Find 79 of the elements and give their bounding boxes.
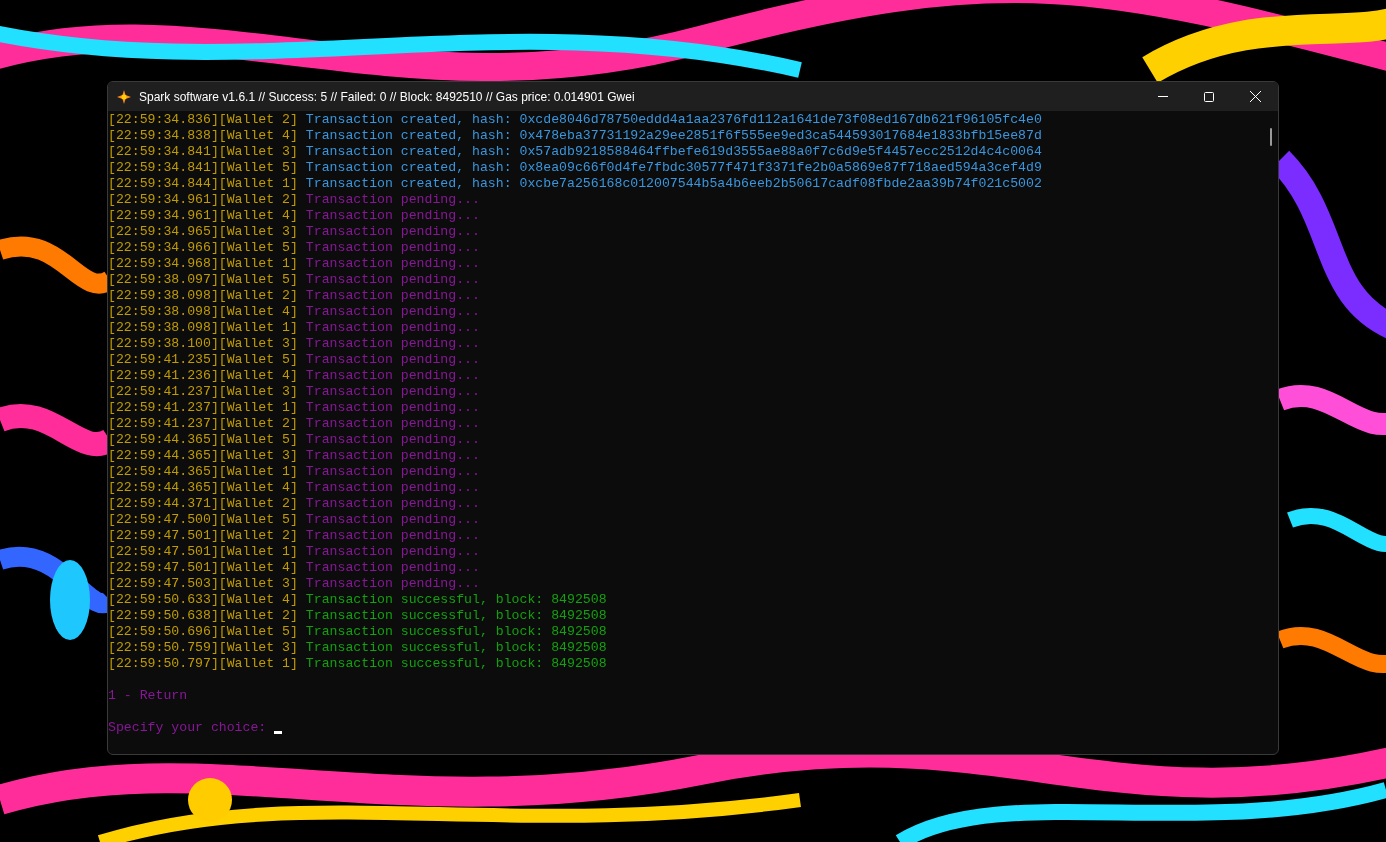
- log-message: Transaction successful, block: 8492508: [305, 656, 607, 672]
- log-prefix: [22:59:41.235][Wallet 5]: [108, 352, 298, 368]
- log-prefix: [22:59:34.961][Wallet 2]: [108, 192, 298, 208]
- log-prefix: [22:59:50.638][Wallet 2]: [108, 608, 298, 624]
- log-prefix: [22:59:38.097][Wallet 5]: [108, 272, 298, 288]
- log-prefix: [22:59:47.501][Wallet 1]: [108, 544, 298, 560]
- log-prefix: [22:59:38.098][Wallet 2]: [108, 288, 298, 304]
- log-message: Transaction pending...: [305, 496, 480, 512]
- log-prefix: [22:59:50.797][Wallet 1]: [108, 656, 298, 672]
- maximize-icon: [1204, 91, 1214, 102]
- log-message: Transaction pending...: [305, 272, 480, 288]
- log-message: Transaction pending...: [305, 336, 480, 352]
- log-message: Transaction pending...: [305, 320, 480, 336]
- log-message: Transaction pending...: [305, 208, 480, 224]
- spark-icon: [117, 89, 131, 104]
- log-prefix: [22:59:34.841][Wallet 5]: [108, 160, 298, 176]
- log-prefix: [22:59:34.961][Wallet 4]: [108, 208, 298, 224]
- minimize-icon: [1158, 96, 1168, 97]
- log-prefix: [22:59:38.098][Wallet 4]: [108, 304, 298, 320]
- log-message: Transaction successful, block: 8492508: [305, 608, 607, 624]
- log-message: Transaction pending...: [305, 544, 480, 560]
- close-icon: [1249, 91, 1261, 102]
- log-message: Transaction pending...: [305, 304, 480, 320]
- log-message: Transaction pending...: [305, 432, 480, 448]
- log-prefix: [22:59:41.237][Wallet 2]: [108, 416, 298, 432]
- log-prefix: [22:59:47.501][Wallet 4]: [108, 560, 298, 576]
- log-message: Transaction pending...: [305, 400, 480, 416]
- menu-option: 1 - Return: [108, 688, 188, 703]
- scrollbar-thumb[interactable]: [1270, 128, 1272, 146]
- log-prefix: [22:59:41.237][Wallet 3]: [108, 384, 298, 400]
- log-message: Transaction created, hash: 0xcde8046d78750eddd4a1aa2376fd112a1641de73f08ed167db621f96105fc4e0: [305, 112, 1042, 128]
- log-message: Transaction pending...: [305, 512, 480, 528]
- log-prefix: [22:59:34.966][Wallet 5]: [108, 240, 298, 256]
- log-prefix: [22:59:50.759][Wallet 3]: [108, 640, 298, 656]
- log-prefix: [22:59:44.365][Wallet 4]: [108, 480, 298, 496]
- log-message: Transaction pending...: [305, 528, 480, 544]
- log-message: Transaction pending...: [305, 464, 480, 480]
- text-cursor: [274, 731, 283, 734]
- log-message: Transaction created, hash: 0x8ea09c66f0d4fe7fbdc30577f471f3371fe2b0a5869e87f718aed594a3cef4d9: [305, 160, 1042, 176]
- log-message: Transaction created, hash: 0xcbe7a256168c012007544b5a4b6eeb2b50617cadf08fbde2aa39b74f021c5002: [305, 176, 1042, 192]
- log-message: Transaction pending...: [305, 288, 480, 304]
- log-prefix: [22:59:38.098][Wallet 1]: [108, 320, 298, 336]
- log-prefix: [22:59:34.965][Wallet 3]: [108, 224, 298, 240]
- log-prefix: [22:59:41.236][Wallet 4]: [108, 368, 298, 384]
- log-prefix: [22:59:34.838][Wallet 4]: [108, 128, 298, 144]
- log-message: Transaction pending...: [305, 384, 480, 400]
- log-prefix: [22:59:34.844][Wallet 1]: [108, 176, 298, 192]
- window-title: Spark software v1.6.1 // Success: 5 // Failed: 0 // Block: 8492510 // Gas price: 0.014901 Gwei: [139, 88, 635, 106]
- log-message: Transaction pending...: [305, 576, 480, 592]
- log-prefix: [22:59:34.841][Wallet 3]: [108, 144, 298, 160]
- log-prefix: [22:59:44.365][Wallet 3]: [108, 448, 298, 464]
- log-message: Transaction pending...: [305, 240, 480, 256]
- log-prefix: [22:59:38.100][Wallet 3]: [108, 336, 298, 352]
- log-message: Transaction pending...: [305, 224, 480, 240]
- log-prefix: [22:59:47.501][Wallet 2]: [108, 528, 298, 544]
- log-message: Transaction pending...: [305, 352, 480, 368]
- log-message: Transaction created, hash: 0x57adb9218588464ffbefe619d3555ae88a0f7c6d9e5f4457ecc2512d4c4c0064: [305, 144, 1042, 160]
- log-message: Transaction pending...: [305, 416, 480, 432]
- log-prefix: [22:59:44.365][Wallet 5]: [108, 432, 298, 448]
- log-prefix: [22:59:47.500][Wallet 5]: [108, 512, 298, 528]
- log-prefix: [22:59:50.696][Wallet 5]: [108, 624, 298, 640]
- log-prefix: [22:59:34.968][Wallet 1]: [108, 256, 298, 272]
- log-prefix: [22:59:50.633][Wallet 4]: [108, 592, 298, 608]
- log-message: Transaction pending...: [305, 256, 480, 272]
- log-message: Transaction pending...: [305, 448, 480, 464]
- log-message: Transaction pending...: [305, 368, 480, 384]
- log-message: Transaction successful, block: 8492508: [305, 592, 607, 608]
- prompt-text: Specify your choice:: [108, 720, 267, 736]
- log-prefix: [22:59:47.503][Wallet 3]: [108, 576, 298, 592]
- log-prefix: [22:59:44.371][Wallet 2]: [108, 496, 298, 512]
- log-prefix: [22:59:34.836][Wallet 2]: [108, 112, 298, 128]
- log-message: Transaction successful, block: 8492508: [305, 640, 607, 656]
- log-message: Transaction pending...: [305, 560, 480, 576]
- log-message: Transaction successful, block: 8492508: [305, 624, 607, 640]
- log-message: Transaction pending...: [305, 480, 480, 496]
- log-prefix: [22:59:44.365][Wallet 1]: [108, 464, 298, 480]
- log-message: Transaction pending...: [305, 192, 480, 208]
- log-prefix: [22:59:41.237][Wallet 1]: [108, 400, 298, 416]
- log-message: Transaction created, hash: 0x478eba37731192a29ee2851f6f555ee9ed3ca544593017684e1833bfb15ee87d: [305, 128, 1042, 144]
